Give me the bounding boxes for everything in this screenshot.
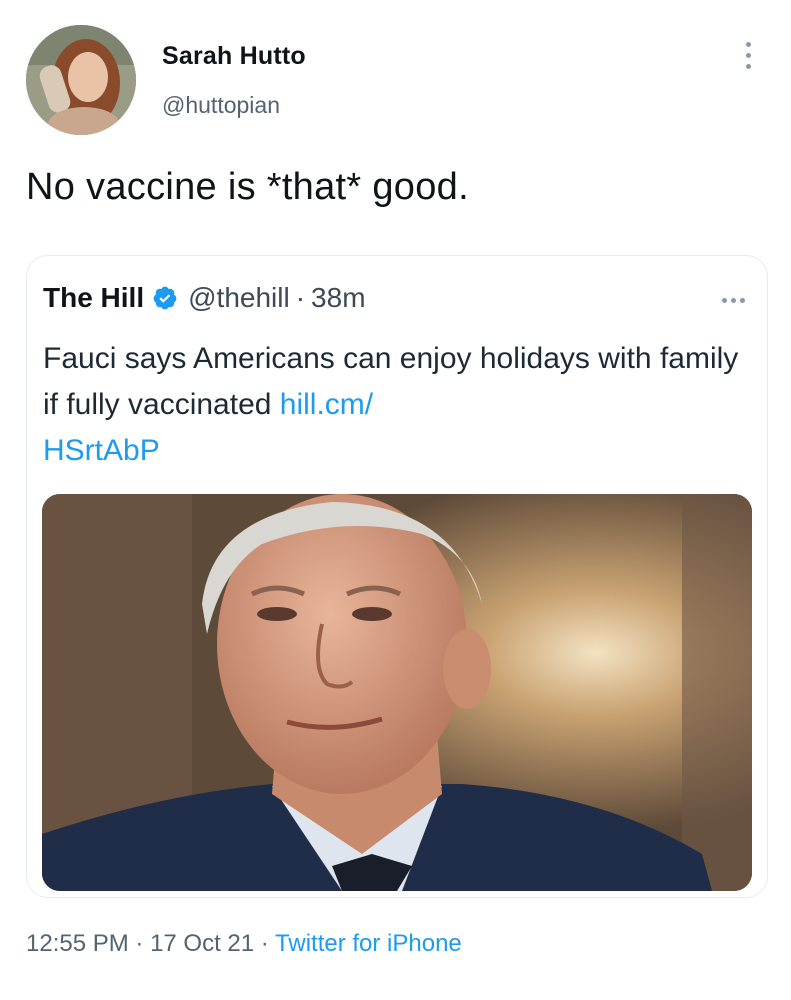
quoted-tweet-text: Fauci says Americans can enjoy holidays … [43, 336, 743, 474]
author-handle[interactable]: @huttopian [162, 92, 280, 119]
portrait-photo [42, 494, 752, 891]
separator-dot: · [295, 282, 306, 313]
tweet-time[interactable]: 12:55 PM [26, 930, 129, 957]
tweet-meta: 12:55 PM · 17 Oct 21 · Twitter for iPhon… [26, 930, 462, 958]
author-avatar[interactable] [26, 25, 136, 135]
tweet-date[interactable]: 17 Oct 21 [150, 930, 254, 957]
tweet-text: No vaccine is *that* good. [26, 166, 469, 208]
tweet-screenshot: Sarah Hutto @huttopian No vaccine is *th… [0, 0, 791, 1000]
quoted-tweet-photo[interactable] [42, 494, 752, 891]
quoted-timestamp[interactable]: 38m [311, 282, 365, 314]
quoted-more-icon[interactable] [722, 298, 745, 303]
quoted-link-part1[interactable]: hill.cm/ [280, 388, 373, 421]
quoted-author-handle[interactable]: @thehill [188, 282, 290, 314]
quoted-tweet-header: The Hill @thehill · 38m [43, 282, 366, 314]
meta-separator: · [128, 930, 151, 957]
meta-separator: · [254, 930, 276, 957]
quoted-tweet-card[interactable]: The Hill @thehill · 38m Fauci says Ameri… [26, 255, 768, 898]
more-options-icon[interactable] [738, 42, 758, 78]
quoted-link-part2[interactable]: HSrtAbP [43, 434, 160, 467]
quoted-author-name[interactable]: The Hill [43, 282, 144, 314]
quoted-text-body: Fauci says Americans can enjoy holidays … [43, 342, 739, 421]
tweet-source-link[interactable]: Twitter for iPhone [275, 930, 462, 957]
avatar-photo [26, 25, 136, 135]
verified-badge-icon [152, 285, 178, 311]
author-name[interactable]: Sarah Hutto [162, 42, 306, 71]
